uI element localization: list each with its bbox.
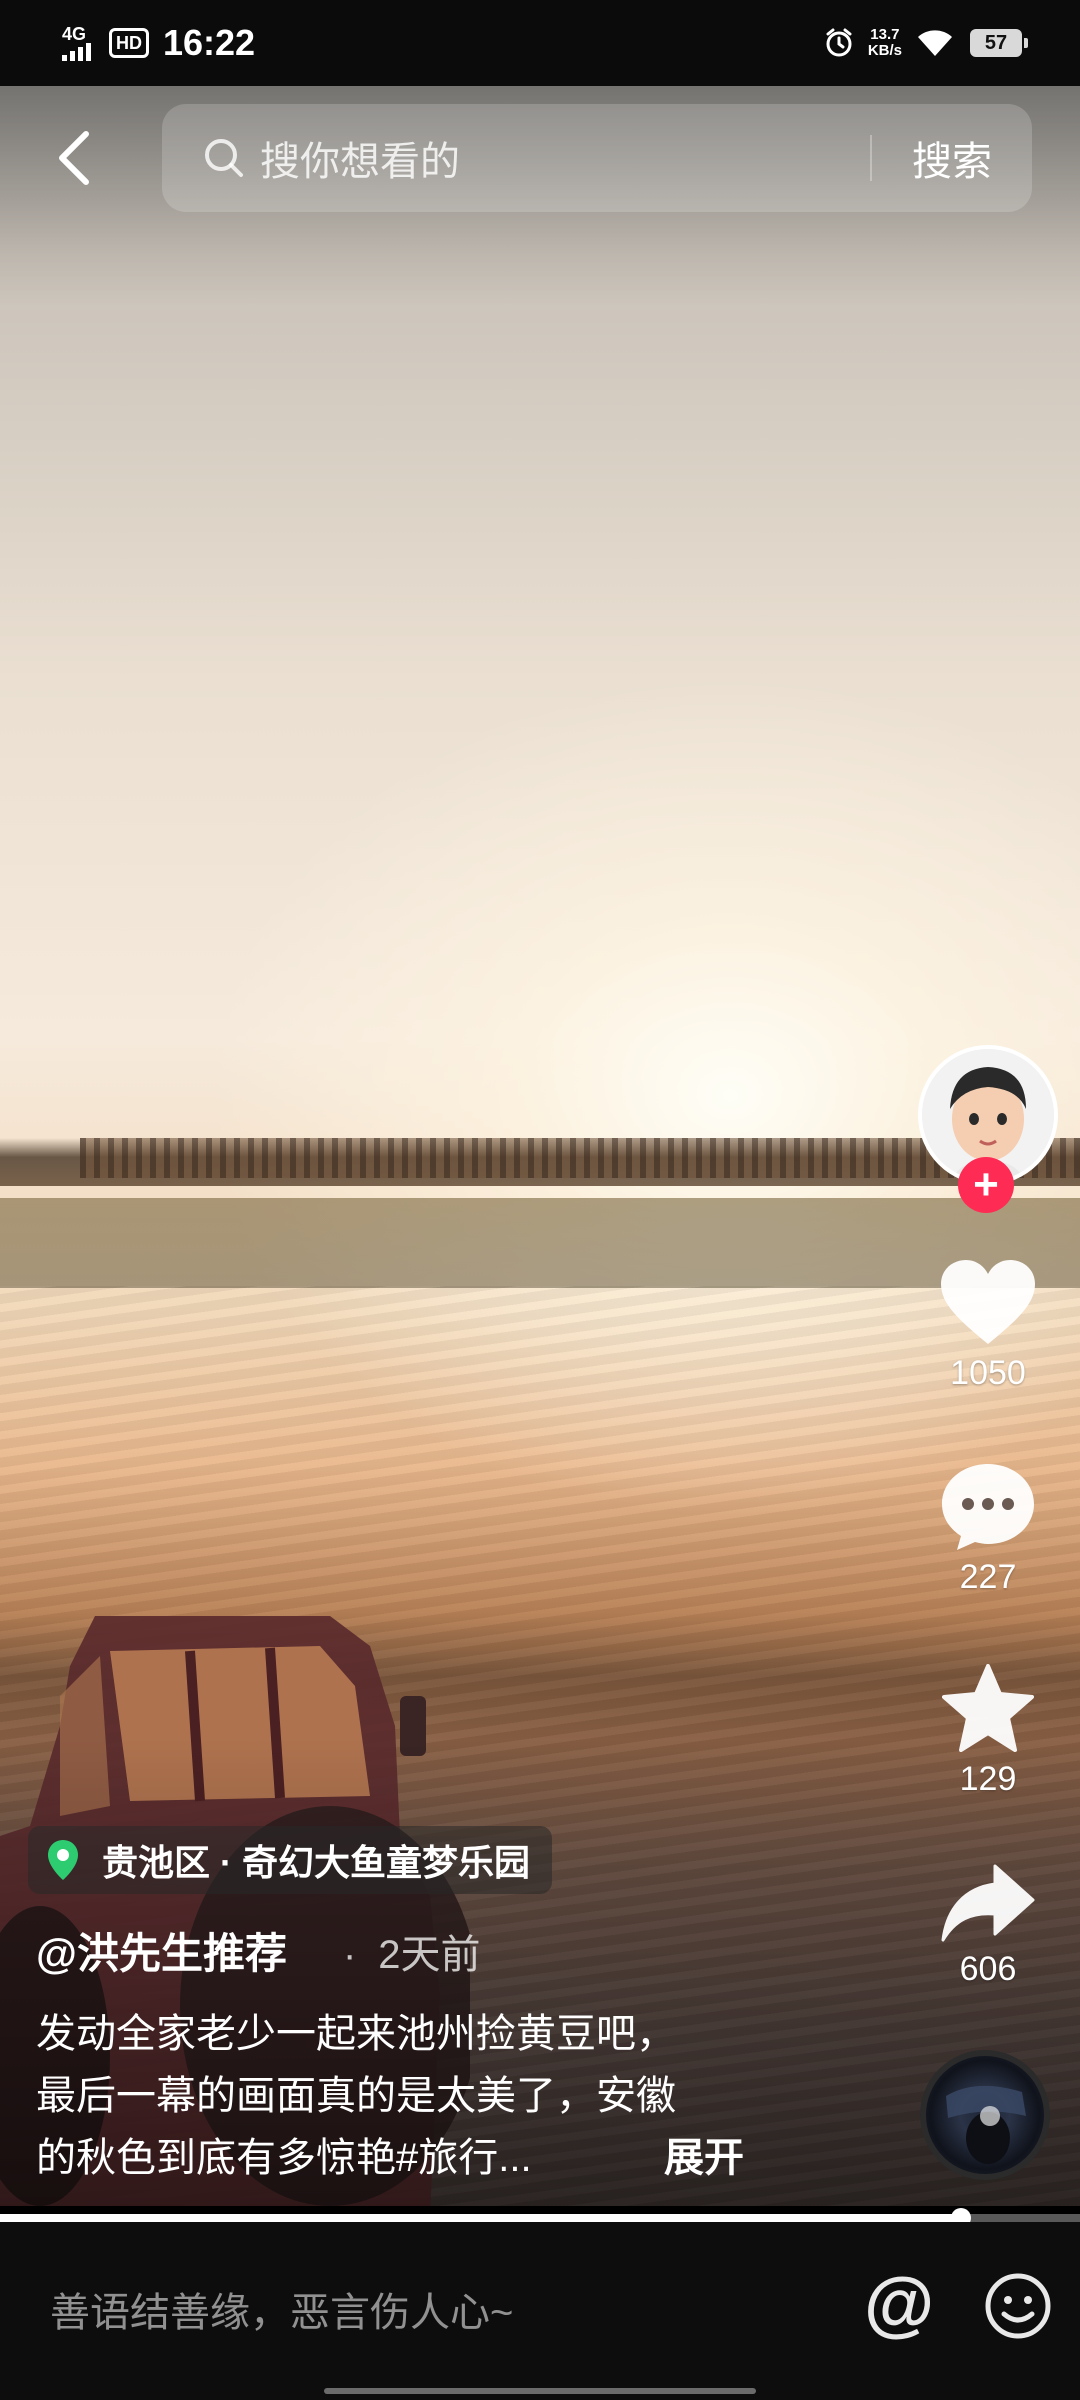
playback-progress-fill [0, 2214, 962, 2222]
caption-line: 的秋色到底有多惊艳#旅行... [36, 2136, 532, 2180]
status-right: 13.7 KB/s 57 [824, 26, 1028, 59]
author-row: @洪先生推荐 2天前 [36, 1920, 481, 1981]
status-bar: 4G HD 16:22 13.7 KB/s 57 [0, 0, 1080, 86]
music-disc[interactable] [920, 2050, 1050, 2180]
search-bar[interactable]: 搜你想看的 搜索 [162, 104, 1032, 212]
comment-bar: 善语结善缘，恶言伤人心~ @ [0, 2222, 1080, 2400]
alarm-icon [826, 28, 852, 57]
caption-line: 发动全家老少一起来池州捡黄豆吧， [36, 2012, 676, 2056]
share-button[interactable]: 606 [930, 1862, 1046, 1989]
mention-button[interactable]: @ [864, 2268, 934, 2340]
author-name[interactable]: @洪先生推荐 [36, 1920, 287, 1981]
status-time: 16:22 [163, 22, 256, 63]
author-avatar-group: + [918, 1045, 1058, 1213]
favorite-count: 129 [959, 1760, 1017, 1798]
location-tag[interactable]: 贵池区 · 奇幻大鱼童梦乐园 [28, 1826, 552, 1894]
like-count: 1050 [950, 1354, 1026, 1392]
network-type: 4G [62, 24, 87, 44]
back-button[interactable] [44, 118, 104, 198]
star-icon [942, 1664, 1034, 1752]
comment-count: 227 [959, 1558, 1017, 1596]
share-arrow-icon [941, 1864, 1035, 1942]
emoji-icon[interactable] [984, 2272, 1052, 2340]
net-speed: 13.7 KB/s [867, 26, 902, 59]
back-arrow-icon [59, 131, 89, 185]
like-button[interactable]: 1050 [930, 1258, 1046, 1393]
expand-caption-button[interactable]: 展开 [664, 2127, 744, 2189]
follow-button[interactable]: + [958, 1157, 1014, 1213]
comment-icon [942, 1464, 1034, 1550]
hd-badge: HD [109, 28, 149, 58]
cellular-signal-icon: 4G [62, 25, 91, 61]
wifi-icon [918, 30, 952, 56]
heart-icon [941, 1260, 1035, 1344]
favorite-button[interactable]: 129 [930, 1662, 1046, 1799]
battery-icon: 57 [970, 29, 1028, 57]
caption-line: 最后一幕的画面真的是太美了，安徽 [36, 2074, 676, 2118]
location-label: 贵池区 · 奇幻大鱼童梦乐园 [102, 1842, 530, 1883]
music-cover-icon [946, 2085, 1026, 2164]
share-count: 606 [959, 1950, 1017, 1988]
search-button[interactable]: 搜索 [872, 129, 1032, 187]
comment-button[interactable]: 227 [930, 1462, 1046, 1597]
status-left: 4G HD 16:22 [62, 22, 255, 64]
playback-progress-bar[interactable] [0, 2208, 1080, 2228]
search-icon [205, 139, 243, 177]
post-caption[interactable]: 发动全家老少一起来池州捡黄豆吧， 最后一幕的画面真的是太美了，安徽 的秋色到底有… [36, 2003, 756, 2189]
post-time: 2天前 [343, 1922, 480, 1980]
comment-input[interactable]: 善语结善缘，恶言伤人心~ [50, 2280, 513, 2338]
search-input[interactable]: 搜你想看的 [260, 129, 870, 187]
location-pin-icon [48, 1840, 78, 1880]
home-indicator[interactable] [324, 2388, 756, 2394]
